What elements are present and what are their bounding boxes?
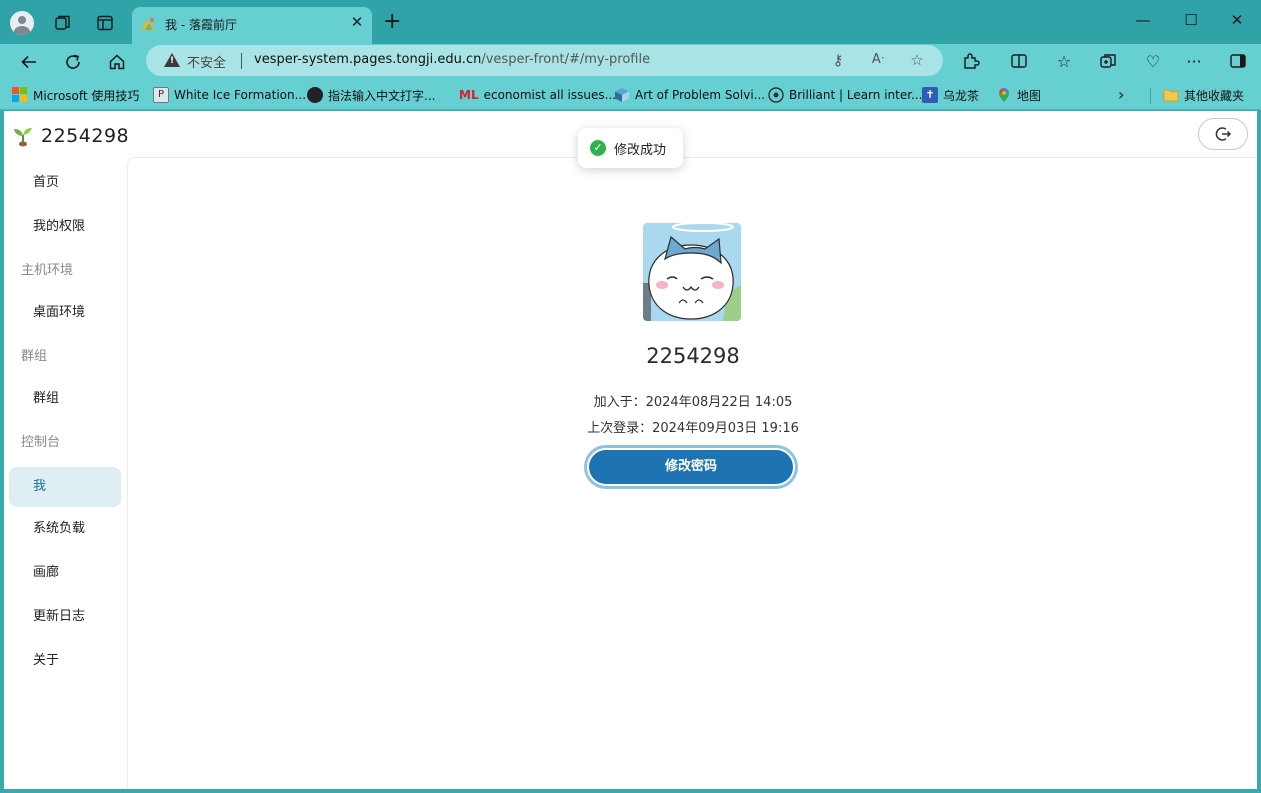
tea-icon: ✝	[922, 87, 938, 103]
divider	[241, 53, 242, 69]
collections-icon[interactable]	[1096, 52, 1120, 74]
profile-avatar-icon[interactable]	[9, 10, 35, 36]
bookmark-item[interactable]: P White Ice Formation...	[153, 86, 306, 104]
sidebar-item-desktop-env[interactable]: 桌面环境	[9, 293, 121, 333]
vertical-tabs-icon[interactable]	[92, 10, 118, 36]
toast-message: 修改成功	[614, 142, 667, 158]
new-tab-button[interactable]: +	[383, 10, 401, 34]
divider	[1150, 88, 1151, 104]
cube-icon	[615, 88, 629, 102]
sidebar-item-changelog[interactable]: 更新日志	[9, 597, 121, 637]
browser-title-bar: 我 - 落霞前厅 ✕ + — ☐ ✕	[0, 0, 1261, 44]
browser-essentials-icon[interactable]: ♡	[1141, 52, 1165, 71]
sidebar-toggle-icon[interactable]	[1226, 52, 1250, 74]
map-pin-icon	[999, 88, 1009, 102]
not-secure-label: 不安全	[187, 56, 227, 71]
sidebar-group-groups: 群组	[21, 349, 48, 364]
bookmarks-bar: Microsoft 使用技巧 P White Ice Formation... …	[0, 80, 1261, 110]
url-path: /vesper-front/#/my-profile	[481, 52, 651, 67]
browser-toolbar: ! 不安全 vesper-system.pages.tongji.edu.cn/…	[0, 44, 1261, 80]
sidebar-group-console: 控制台	[21, 435, 61, 450]
url-host: vesper-system.pages.tongji.edu.cn	[254, 52, 482, 67]
joined-date: 加入于：2024年08月22日 14:05	[593, 395, 793, 410]
logout-button[interactable]	[1198, 118, 1248, 150]
read-aloud-icon[interactable]: Aᐧ	[867, 52, 889, 67]
bookmark-item[interactable]: ML economist all issues...	[459, 86, 616, 104]
favorites-icon[interactable]: ☆	[1052, 52, 1076, 71]
sidebar-item-system-load[interactable]: 系统负载	[9, 509, 121, 549]
sidebar-item-about[interactable]: 关于	[9, 641, 121, 681]
site-favicon-icon	[141, 18, 155, 30]
bookmarks-overflow-icon[interactable]: ›	[1118, 85, 1124, 104]
sidebar-item-my-permissions[interactable]: 我的权限	[9, 207, 121, 247]
refresh-icon[interactable]	[59, 49, 87, 75]
microsoft-logo-icon	[12, 87, 28, 103]
app-title: 2254298	[41, 125, 130, 147]
sidebar-item-gallery[interactable]: 画廊	[9, 553, 121, 593]
ml-icon: ML	[459, 88, 479, 102]
bookmark-item[interactable]: 地图	[996, 86, 1041, 104]
check-circle-icon: ✓	[590, 140, 606, 156]
other-favorites-folder[interactable]: 其他收藏夹	[1163, 86, 1244, 104]
typing-icon	[307, 87, 323, 103]
last-login-date: 上次登录：2024年09月03日 19:16	[587, 421, 799, 436]
sidebar-item-home[interactable]: 首页	[9, 163, 121, 203]
minimize-button[interactable]: —	[1131, 10, 1155, 30]
workspaces-icon[interactable]	[50, 10, 76, 36]
tab-title: 我 - 落霞前厅	[165, 18, 237, 32]
cat-avatar-icon	[643, 223, 741, 321]
web-page: 2254298 首页 我的权限 主机环境 桌面环境 群组 群组 控制台 我 系统…	[4, 111, 1257, 789]
avatar	[643, 223, 741, 321]
back-icon[interactable]	[15, 49, 43, 75]
sprout-logo-icon	[14, 128, 32, 147]
url-text[interactable]: vesper-system.pages.tongji.edu.cn/vesper…	[254, 52, 650, 67]
profile-username: 2254298	[646, 344, 740, 368]
tab-close-icon[interactable]: ✕	[348, 13, 366, 31]
bookmark-item[interactable]: Brilliant | Learn inter...	[768, 86, 923, 104]
home-icon[interactable]	[103, 49, 131, 75]
change-password-button[interactable]: 修改密码	[587, 448, 795, 486]
success-toast: ✓ 修改成功	[578, 128, 683, 168]
maximize-button[interactable]: ☐	[1179, 10, 1203, 30]
favorite-star-icon[interactable]: ☆	[906, 51, 928, 69]
brilliant-icon	[768, 87, 784, 103]
bookmark-item[interactable]: Microsoft 使用技巧	[12, 86, 139, 104]
logout-icon	[1215, 127, 1232, 141]
sidebar-item-groups[interactable]: 群组	[9, 379, 121, 419]
bookmark-item[interactable]: Art of Problem Solvi...	[614, 86, 765, 104]
page-icon: P	[153, 87, 169, 103]
close-window-button[interactable]: ✕	[1225, 10, 1249, 30]
sidebar-item-me[interactable]: 我	[9, 467, 121, 507]
split-screen-icon[interactable]	[1007, 52, 1031, 74]
extensions-icon[interactable]	[959, 52, 983, 74]
browser-tab-active[interactable]: 我 - 落霞前厅 ✕	[132, 7, 372, 44]
address-bar[interactable]: ! 不安全 vesper-system.pages.tongji.edu.cn/…	[146, 45, 943, 76]
profile-content: 2254298 加入于：2024年08月22日 14:05 上次登录：2024年…	[127, 157, 1257, 789]
bookmark-item[interactable]: 指法输入中文打字...	[307, 86, 435, 104]
folder-icon	[1163, 89, 1179, 102]
more-options-icon[interactable]: ···	[1182, 52, 1206, 71]
bookmark-item[interactable]: ✝ 乌龙茶	[922, 86, 979, 104]
key-icon[interactable]: ⚷	[827, 51, 849, 69]
sidebar-group-host-env: 主机环境	[21, 263, 74, 278]
sidebar-nav: 首页 我的权限 主机环境 桌面环境 群组 群组 控制台 我 系统负载 画廊 更新…	[4, 157, 126, 789]
